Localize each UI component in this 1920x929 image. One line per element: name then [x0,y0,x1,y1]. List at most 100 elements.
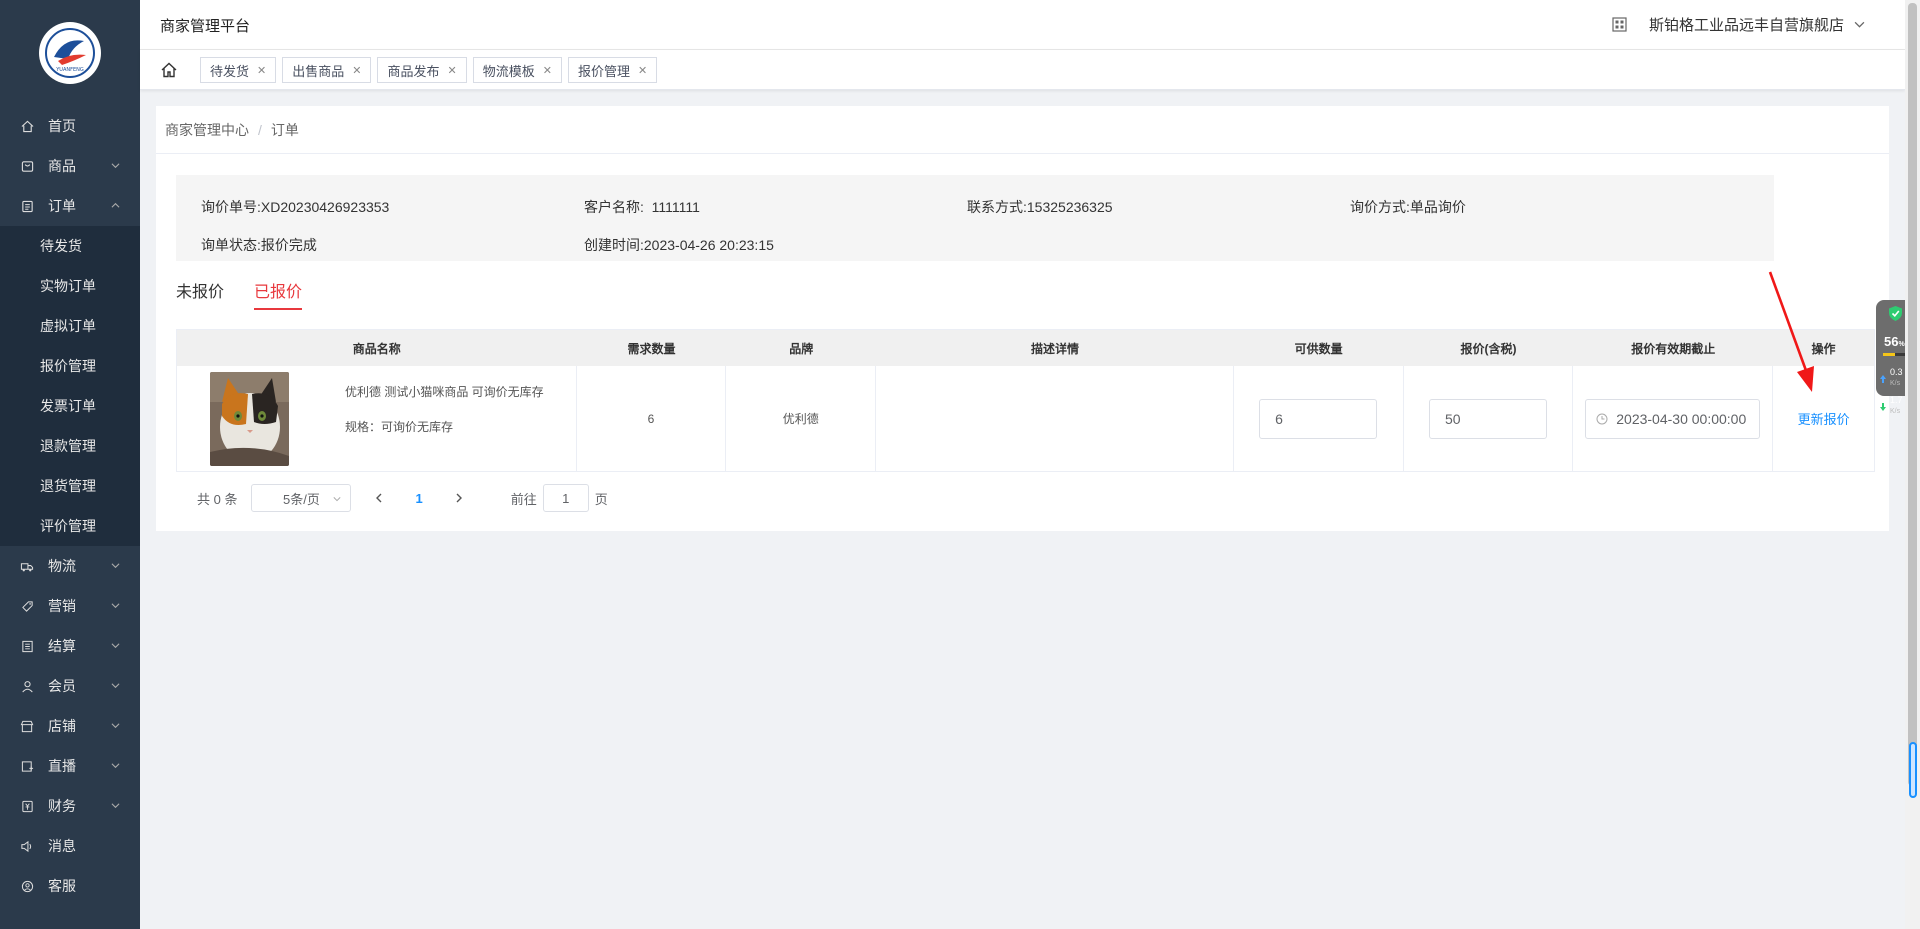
chevron-right-icon [456,493,462,502]
submenu-item-quote-management[interactable]: 报价管理 [0,346,140,386]
sidebar-item-label: 营销 [48,598,76,614]
table-header: 商品名称 需求数量 品牌 描述详情 可供数量 报价(含税) 报价有效期截止 操作 [177,330,1874,366]
tag-logistics-template[interactable]: 物流模板 ✕ [472,57,562,83]
contact-info: 联系方式:15325236325 [967,197,1350,217]
next-page-button[interactable] [449,491,469,506]
update-quote-button[interactable]: 更新报价 [1798,409,1850,428]
header-product-name: 商品名称 [352,341,401,356]
chevron-left-icon [376,493,382,502]
submenu-item-physical-orders[interactable]: 实物订单 [0,266,140,306]
close-icon[interactable]: ✕ [447,64,456,77]
expire-cell: 2023-04-30 00:00:00 [1573,366,1774,471]
supply-qty-input[interactable]: 6 [1259,398,1378,439]
info-value: 15325236325 [1026,199,1113,215]
tag-label: 商品发布 [387,63,440,79]
store-name-dropdown[interactable]: 斯铂格工业品远丰自营旗舰店 [1649,14,1865,35]
submenu-item-virtual-orders[interactable]: 虚拟订单 [0,306,140,346]
sidebar-item-live[interactable]: 直播 [0,746,140,786]
header-supply-qty: 可供数量 [1294,341,1343,356]
sidebar-item-store[interactable]: 店铺 [0,706,140,746]
truck-icon [20,559,34,573]
tag-label: 报价管理 [577,63,630,79]
sidebar-item-member[interactable]: 会员 [0,666,140,706]
goto-page-input[interactable]: 1 [542,484,589,512]
sidebar-item-label: 店铺 [48,718,76,734]
product-cell: 优利德 测试小猫咪商品 可询价无库存 规格：可询价无库存 [177,366,577,471]
info-value: XD20230426923353 [260,199,390,215]
table-row: 优利德 测试小猫咪商品 可询价无库存 规格：可询价无库存 6 优利德 6 50 … [177,366,1874,471]
goods-icon [20,159,34,173]
prev-page-button[interactable] [369,491,389,506]
header-description: 描述详情 [1030,341,1079,356]
tag-goods-publish[interactable]: 商品发布 ✕ [377,57,467,83]
inquiry-info-panel: 询价单号:XD20230426923353 客户名称: 1111111 联系方式… [176,175,1774,261]
description-cell [876,366,1234,471]
chevron-down-icon [1854,21,1865,28]
close-icon[interactable]: ✕ [257,64,266,77]
sidebar-item-home[interactable]: 首页 [0,106,140,146]
info-label: 客户名称: [584,199,644,215]
tag-label: 出售商品 [292,63,345,79]
arrow-up-icon [1880,375,1886,383]
sidebar-item-logistics[interactable]: 物流 [0,546,140,586]
sidebar-item-message[interactable]: 消息 [0,826,140,866]
tag-goods-on-sale[interactable]: 出售商品 ✕ [282,57,372,83]
sidebar-item-marketing[interactable]: 营销 [0,586,140,626]
chevron-down-icon [111,163,120,169]
info-value: 1111111 [651,199,700,215]
header-brand: 品牌 [789,341,814,356]
logo-area: YUANFENG [0,0,140,106]
sidebar-item-label: 财务 [48,798,76,814]
tag-list: 待发货 ✕ 出售商品 ✕ 商品发布 ✕ 物流模板 ✕ 报价管理 ✕ [200,57,658,83]
info-value: 单品询价 [1409,199,1466,215]
main-content: 商家管理中心 / 订单 询价单号:XD20230426923353 客户名称: … [156,106,1889,531]
submenu-item-pending-shipment[interactable]: 待发货 [0,226,140,266]
inquiry-status: 询单状态:报价完成 [201,235,584,255]
qrcode-icon[interactable] [1612,17,1627,32]
breadcrumb: 商家管理中心 / 订单 [156,106,1889,154]
close-icon[interactable]: ✕ [543,64,552,77]
close-icon[interactable]: ✕ [352,64,361,77]
sidebar-item-order[interactable]: 订单 [0,186,140,226]
product-text: 优利德 测试小猫咪商品 可询价无库存 规格：可询价无库存 [345,366,544,435]
breadcrumb-separator: / [258,121,262,138]
submenu-item-review-management[interactable]: 评价管理 [0,506,140,546]
home-icon[interactable] [160,61,178,79]
submenu-item-invoice-orders[interactable]: 发票订单 [0,386,140,426]
expire-date-picker[interactable]: 2023-04-30 00:00:00 [1585,398,1761,439]
info-label: 创建时间: [584,237,644,253]
tab-unquoted[interactable]: 未报价 [176,278,224,310]
price-input[interactable]: 50 [1428,398,1547,439]
chevron-down-icon [111,563,120,569]
info-label: 询单状态: [201,237,261,253]
side-drag-handle[interactable] [1909,742,1917,798]
goto-suffix: 页 [594,491,608,507]
sidebar-item-settlement[interactable]: 结算 [0,626,140,666]
quote-tabs: 未报价 已报价 [176,278,303,310]
sidebar-item-label: 首页 [48,118,76,134]
tag-label: 待发货 [210,63,250,79]
submenu-item-refund-management[interactable]: 退款管理 [0,426,140,466]
header-demand-qty: 需求数量 [627,341,676,356]
submenu-item-return-management[interactable]: 退货管理 [0,466,140,506]
scrollbar-thumb[interactable] [1908,3,1917,786]
tag-label: 物流模板 [482,63,535,79]
sidebar-item-finance[interactable]: 财务 [0,786,140,826]
chevron-down-icon [111,603,120,609]
close-icon[interactable]: ✕ [638,64,647,77]
chevron-down-icon [111,803,120,809]
info-value: 报价完成 [260,237,317,253]
page-size-select[interactable]: 5条/页 [251,484,352,512]
download-speed: 1.7 K/s [1890,395,1903,415]
sidebar-item-label: 消息 [48,838,76,854]
sidebar-item-goods[interactable]: 商品 [0,146,140,186]
page-number-current[interactable]: 1 [415,491,422,506]
clock-icon [1596,413,1608,424]
top-header: 商家管理平台 斯铂格工业品远丰自营旗舰店 [140,0,1905,50]
tab-quoted[interactable]: 已报价 [254,278,303,310]
sidebar-item-service[interactable]: 客服 [0,866,140,906]
tag-pending-shipment[interactable]: 待发货 ✕ [200,57,277,83]
breadcrumb-root[interactable]: 商家管理中心 [165,120,249,140]
download-unit: K/s [1890,408,1901,415]
tag-quote-management[interactable]: 报价管理 ✕ [567,57,658,83]
